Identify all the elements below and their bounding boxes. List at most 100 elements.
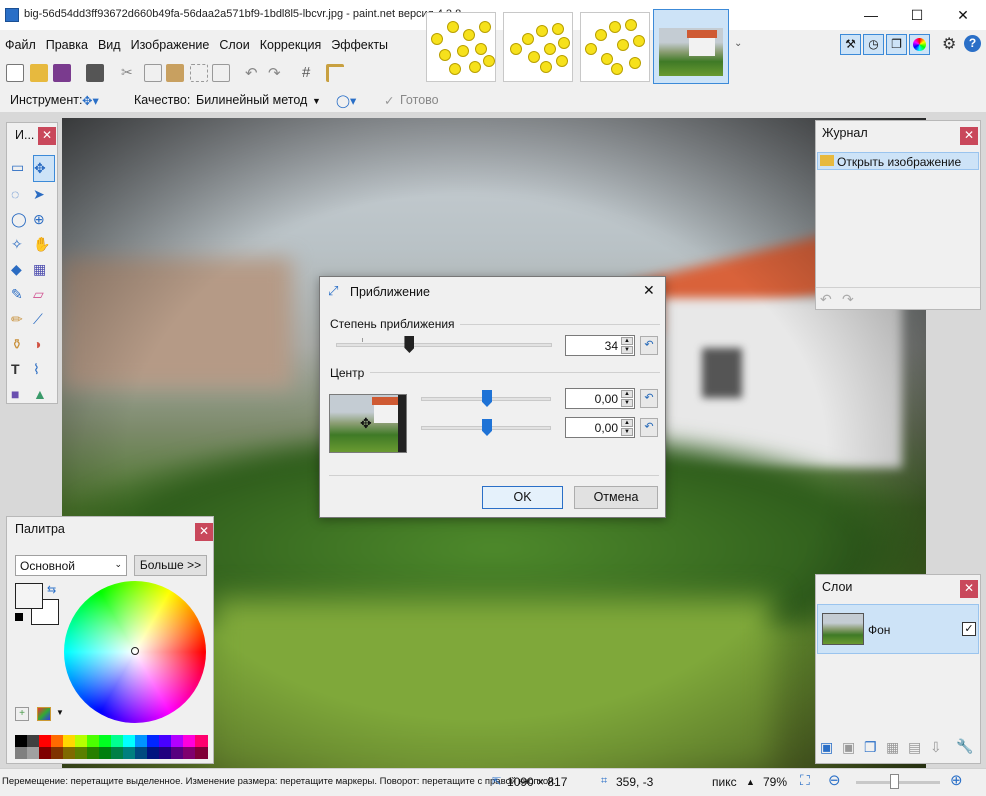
palette-close-icon[interactable]: ✕ (195, 523, 213, 541)
paintbrush-icon[interactable]: ✎ (11, 282, 33, 307)
eraser-icon[interactable]: ▱ (33, 282, 55, 307)
image-tab-3[interactable] (580, 12, 650, 82)
zoom-in-icon[interactable]: ⊕ (950, 771, 963, 789)
layer-row[interactable]: Фон ✓ (817, 604, 979, 654)
zoom-slider-status-thumb[interactable] (890, 774, 899, 789)
history-close-icon[interactable]: ✕ (960, 127, 978, 145)
center-y-reset-icon[interactable]: ↶ (640, 418, 658, 437)
tools-toggle-icon[interactable]: ⚒ (840, 34, 861, 55)
shapes-triangle-icon[interactable]: ▲ (33, 382, 55, 407)
center-x-spin-down-icon[interactable]: ▼ (621, 399, 633, 407)
units-select[interactable]: пикс (712, 775, 737, 789)
move-layer-down-icon[interactable]: ⇩ (930, 739, 942, 756)
zoom-out-icon[interactable]: ⊖ (828, 771, 841, 789)
menu-adjustments[interactable]: Коррекция (255, 32, 326, 58)
zoom-slider-thumb[interactable] (404, 336, 415, 353)
pencil-icon[interactable]: ✏ (11, 307, 33, 332)
zoom-spin-down-icon[interactable]: ▼ (621, 346, 633, 354)
center-x-spin-up-icon[interactable]: ▲ (621, 390, 633, 398)
move-selection-icon[interactable]: ➤ (33, 182, 55, 207)
image-tab-2[interactable] (503, 12, 573, 82)
copy-icon[interactable] (144, 64, 162, 82)
merge-layer-icon[interactable]: ▦ (886, 739, 899, 756)
add-color-icon[interactable]: + (15, 707, 29, 721)
delete-layer-icon[interactable]: ▣ (842, 739, 855, 756)
more-colors-button[interactable]: Больше >> (134, 555, 207, 576)
primary-color-swatch[interactable] (15, 583, 43, 609)
crop-icon[interactable] (190, 64, 208, 82)
rect-select-icon[interactable]: ▭ (11, 155, 33, 182)
layers-toggle-icon[interactable]: ❐ (886, 34, 907, 55)
settings-gear-icon[interactable]: ⚙ (942, 34, 956, 54)
menu-layers[interactable]: Слои (214, 32, 254, 58)
zoom-reset-icon[interactable]: ↶ (640, 336, 658, 355)
shapes-icon[interactable]: ■ (11, 382, 33, 407)
palette-menu-icon[interactable] (37, 707, 51, 721)
selection-mode-icon[interactable]: ◯▾ (336, 93, 356, 108)
move-tool-icon[interactable]: ✥▾ (82, 93, 99, 108)
image-tab-active[interactable] (653, 9, 729, 84)
print-icon[interactable] (86, 64, 104, 82)
lasso-icon[interactable]: ◌ (11, 182, 33, 207)
reset-colors-icon[interactable] (15, 613, 23, 621)
dialog-close-icon[interactable]: ✕ (643, 282, 655, 299)
menu-view[interactable]: Вид (93, 32, 126, 58)
add-layer-icon[interactable]: ▣ (820, 739, 833, 756)
center-crosshair-icon[interactable]: ✥ (360, 415, 372, 432)
color-wheel-cursor[interactable] (131, 647, 139, 655)
quality-dropdown-icon[interactable]: ▼ (312, 96, 321, 106)
center-y-input[interactable]: 0,00 ▲ ▼ (565, 417, 635, 438)
undo-icon[interactable]: ↶ (245, 64, 263, 82)
ok-button[interactable]: OK (482, 486, 563, 509)
save-icon[interactable] (53, 64, 71, 82)
palette-swatch[interactable] (195, 747, 208, 759)
menu-image[interactable]: Изображение (126, 32, 215, 58)
paint-bucket-icon[interactable]: ◆ (11, 257, 33, 282)
recolor-icon[interactable]: ◑ (33, 332, 55, 357)
gradient-icon[interactable]: ▦ (33, 257, 55, 282)
history-toggle-icon[interactable]: ◷ (863, 34, 884, 55)
color-picker-icon[interactable]: ⟋ (33, 307, 55, 332)
zoom-value-input[interactable]: 34 ▲ ▼ (565, 335, 635, 356)
zoom-slider[interactable] (336, 343, 552, 347)
pan-hand-icon[interactable]: ✋ (33, 232, 55, 257)
done-button[interactable]: Готово (400, 93, 439, 107)
units-dropdown-icon[interactable]: ▲ (746, 777, 755, 787)
zoom-to-window-icon[interactable]: ⛶ (800, 772, 810, 789)
layer-properties-icon[interactable]: 🔧 (956, 738, 973, 755)
new-file-icon[interactable] (6, 64, 24, 82)
swap-colors-icon[interactable]: ⇆ (47, 583, 56, 596)
center-x-input[interactable]: 0,00 ▲ ▼ (565, 388, 635, 409)
zoom-tool-icon[interactable]: ⊕ (33, 207, 55, 232)
palette-dropdown-icon[interactable]: ▼ (56, 708, 64, 717)
center-y-spin-up-icon[interactable]: ▲ (621, 419, 633, 427)
color-wheel[interactable] (64, 581, 206, 723)
grid-icon[interactable]: # (302, 64, 320, 82)
move-layer-up-icon[interactable]: ▤ (908, 739, 921, 756)
colors-toggle-icon[interactable] (909, 34, 930, 55)
duplicate-layer-icon[interactable]: ❐ (864, 739, 877, 756)
magic-wand-icon[interactable]: ✧ (11, 232, 33, 257)
history-item[interactable]: Открыть изображение (817, 152, 979, 170)
palette-mode-select[interactable]: Основной ⌄ (15, 555, 127, 576)
close-window-button[interactable]: ✕ (940, 0, 986, 30)
paste-icon[interactable] (166, 64, 184, 82)
zoom-level-text[interactable]: 79% (763, 775, 787, 789)
cut-icon[interactable]: ✂ (121, 64, 139, 82)
cancel-button[interactable]: Отмена (574, 486, 658, 509)
deselect-icon[interactable] (212, 64, 230, 82)
ellipse-select-icon[interactable]: ◯ (11, 207, 33, 232)
layers-close-icon[interactable]: ✕ (960, 580, 978, 598)
history-redo-icon[interactable]: ↷ (842, 291, 854, 308)
open-file-icon[interactable] (30, 64, 48, 82)
thumbs-overflow-icon[interactable]: ⌄ (734, 38, 742, 49)
center-x-reset-icon[interactable]: ↶ (640, 389, 658, 408)
image-tab-1[interactable] (426, 12, 496, 82)
menu-effects[interactable]: Эффекты (326, 32, 393, 58)
rulers-icon[interactable] (326, 64, 344, 82)
center-x-slider-thumb[interactable] (482, 390, 492, 407)
move-selected-icon[interactable]: ✥ (33, 155, 55, 182)
menu-edit[interactable]: Правка (41, 32, 93, 58)
minimize-button[interactable]: — (848, 0, 894, 30)
layer-visibility-checkbox[interactable]: ✓ (962, 622, 976, 636)
